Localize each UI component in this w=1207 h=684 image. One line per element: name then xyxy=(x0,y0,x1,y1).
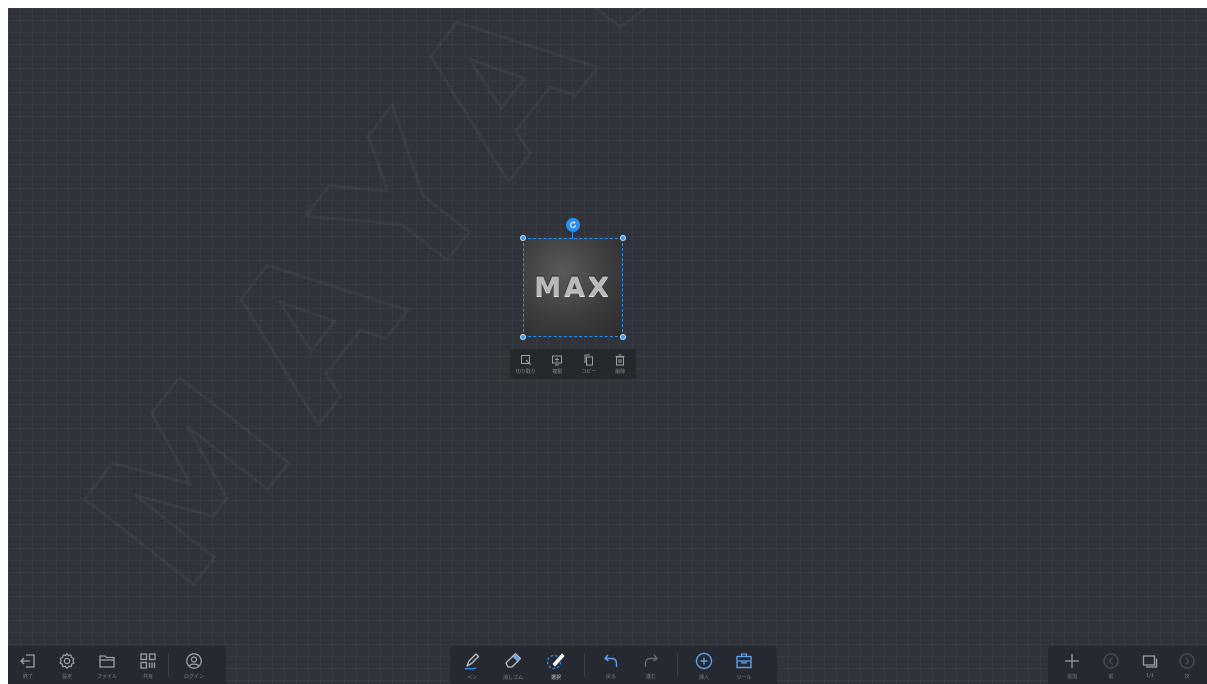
left-toolbar: 終了 設定 ファイル 共有 ログイン xyxy=(8,646,226,684)
pen-button[interactable]: ペン xyxy=(452,646,492,684)
pen-label: ペン xyxy=(466,674,477,681)
duplicate-button[interactable]: 複製 xyxy=(543,354,571,375)
exit-icon xyxy=(20,653,35,668)
copy-label: コピー xyxy=(581,368,597,375)
insert-label: 挿入 xyxy=(698,674,709,681)
screen-icon xyxy=(552,355,563,365)
next-icon xyxy=(1179,652,1195,669)
pen-icon xyxy=(464,652,480,670)
selection-box[interactable] xyxy=(520,235,626,340)
next-page-button[interactable]: 次 xyxy=(1170,646,1204,684)
settings-label: 設定 xyxy=(61,673,72,680)
redo-label: 進む xyxy=(645,673,656,680)
toolbar-divider xyxy=(584,653,585,677)
pages-icon xyxy=(1142,654,1158,668)
insert-button[interactable]: 挿入 xyxy=(684,646,724,684)
eraser-label: 消しゴム xyxy=(502,674,523,681)
eraser-icon xyxy=(505,652,522,668)
toolbox-button[interactable]: ツール xyxy=(724,646,764,684)
resize-handle-bottom-left[interactable] xyxy=(520,334,526,340)
add-page-label: 追加 xyxy=(1066,673,1077,680)
insert-icon xyxy=(695,652,713,669)
rotate-handle[interactable] xyxy=(566,218,580,232)
prev-icon xyxy=(1103,652,1119,669)
copy-icon xyxy=(584,354,593,365)
rotate-icon xyxy=(570,221,576,228)
file-label: ファイル xyxy=(96,673,117,680)
duplicate-label: 複製 xyxy=(552,368,563,375)
context-menu: 切り取り 複製 コピー 削除 xyxy=(510,349,636,379)
add-page-button[interactable]: 追加 xyxy=(1052,646,1092,684)
redo-button[interactable]: 進む xyxy=(631,646,671,684)
toolbar-divider xyxy=(677,653,678,677)
login-button[interactable]: ログイン xyxy=(169,646,219,684)
center-toolbar: ペン 消しゴム 選択 戻る 進む 挿入 ツール xyxy=(450,646,777,684)
delete-button[interactable]: 削除 xyxy=(606,354,634,375)
select-button[interactable]: 選択 xyxy=(534,646,578,684)
next-page-label: 次 xyxy=(1184,673,1190,680)
folder-icon xyxy=(99,654,115,668)
share-button[interactable]: 共有 xyxy=(128,646,168,684)
exit-label: 終了 xyxy=(22,673,33,680)
resize-handle-top-right[interactable] xyxy=(620,235,626,241)
undo-label: 戻る xyxy=(605,673,616,680)
watermark: MAYASYS xyxy=(43,8,962,627)
share-label: 共有 xyxy=(142,673,153,680)
toolbox-icon xyxy=(736,652,752,668)
pages-button[interactable]: 1/1 xyxy=(1130,646,1170,684)
user-icon xyxy=(186,652,202,669)
crop-icon xyxy=(520,354,532,365)
whiteboard-canvas[interactable]: MAYASYS MAX 切り取り 複製 コピー 削除 終了 設定 ファイル 共有… xyxy=(8,8,1207,684)
page-indicator: 1/1 xyxy=(1145,672,1155,679)
login-label: ログイン xyxy=(183,673,204,680)
select-label: 選択 xyxy=(550,674,561,681)
undo-button[interactable]: 戻る xyxy=(591,646,631,684)
right-toolbar: 追加 前 1/1 次 xyxy=(1048,646,1207,684)
prev-page-button[interactable]: 前 xyxy=(1092,646,1130,684)
redo-icon xyxy=(644,654,658,667)
resize-handle-top-left[interactable] xyxy=(520,235,526,241)
undo-icon xyxy=(604,654,618,667)
copy-button[interactable]: コピー xyxy=(575,354,603,375)
gear-icon xyxy=(59,652,75,669)
qr-code-icon xyxy=(140,652,156,669)
plus-icon xyxy=(1065,653,1079,668)
eraser-button[interactable]: 消しゴム xyxy=(492,646,534,684)
select-icon xyxy=(546,652,565,669)
toolbox-label: ツール xyxy=(736,674,752,681)
settings-button[interactable]: 設定 xyxy=(48,646,86,684)
file-button[interactable]: ファイル xyxy=(86,646,128,684)
rotate-stem xyxy=(572,231,573,239)
watermark-text: MAYASYS xyxy=(44,8,960,626)
crop-label: 切り取り xyxy=(515,368,536,375)
delete-label: 削除 xyxy=(615,368,626,375)
crop-button[interactable]: 切り取り xyxy=(512,354,540,375)
trash-icon xyxy=(615,354,625,365)
prev-page-label: 前 xyxy=(1108,673,1114,680)
exit-button[interactable]: 終了 xyxy=(8,646,48,684)
resize-handle-bottom-right[interactable] xyxy=(620,334,626,340)
